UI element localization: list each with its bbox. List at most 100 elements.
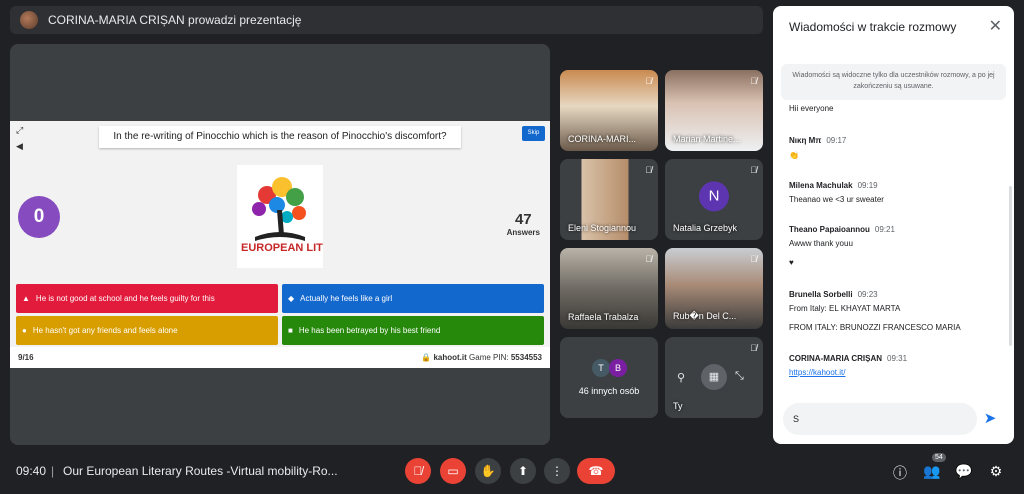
fullscreen-icon[interactable]: ⤢ [16,125,23,136]
game-pin-label: Game PIN: [469,353,509,362]
european-literary-routes-logo: EUROPEAN LITERARY [237,165,362,268]
message-author: Milena Machulak [789,181,853,190]
meeting-title: Our European Literary Routes -Virtual mo… [63,464,338,478]
others-count-label: 46 innych osób [578,386,640,396]
close-icon[interactable]: ✕ [989,16,1002,36]
present-button[interactable]: ⬆ [510,458,536,484]
participant-avatar: B [609,359,627,377]
participant-tile[interactable]: 🎙̸ Eleni Stogiannou [560,159,658,240]
participant-name: Ty [673,401,683,411]
presenter-avatar [20,11,38,29]
mic-off-icon: 🎙̸ [645,254,652,264]
bottom-bar: 09:40 | Our European Literary Routes -Vi… [0,449,1024,494]
answers-counter: 47 Answers [507,211,540,237]
chat-message: FROM ITALY: BRUNOZZI FRANCESCO MARIA [789,323,961,332]
participant-name: Marian Martine... [673,134,741,144]
chat-input[interactable]: S [783,403,977,435]
circle-icon: ● [22,326,27,335]
activities-icon[interactable]: ⚙ [987,463,1005,481]
message-text: FROM ITALY: BRUNOZZI FRANCESCO MARIA [789,323,961,332]
chat-title: Wiadomości w trakcie rozmowy [789,20,957,34]
message-link[interactable]: https://kahoot.it/ [789,368,845,377]
remove-background-icon[interactable]: ▦ [701,364,727,390]
chat-scrollbar[interactable] [1009,186,1012,346]
message-time: 09:23 [857,290,878,299]
answer-option-blue[interactable]: ◆ Actually he feels like a girl [282,284,544,313]
mic-off-icon: 🎙̸ [645,165,652,175]
message-text: Hii everyone [789,104,834,113]
mic-off-icon: 🎙̸ [750,343,757,353]
mic-off-icon: 🎙̸ [413,464,423,478]
kahoot-site: kahoot.it [433,353,467,362]
chat-message: Νικη Μπ 09:17 👏 [789,136,846,160]
message-text: From Italy: EL KHAYAT MARTA [789,304,901,313]
raise-hand-button[interactable]: ✋ [475,458,501,484]
mic-off-icon: 🎙̸ [750,76,757,86]
info-icon[interactable]: ⓘ [891,463,909,481]
present-screen-icon: ⬆ [517,464,529,478]
question-text: In the re-writing of Pinocchio which is … [99,126,461,148]
lock-icon: 🔒 [421,353,432,362]
game-pin-area: 🔒 kahoot.it Game PIN: 5534553 [421,353,542,362]
answer-option-red[interactable]: ▲ He is not good at school and he feels … [16,284,278,313]
presenter-banner: CORINA-MARIA CRIȘAN prowadzi prezentację [10,6,763,34]
message-text: Theanao we <3 ur sweater [789,195,884,204]
chat-message: Theano Papaioannou 09:21 Awww thank youu [789,225,895,248]
timer-circle: 0 [18,196,60,238]
more-vert-icon: ⋮ [551,464,563,478]
chat-panel: Wiadomości w trakcie rozmowy ✕ Wiadomośc… [773,6,1014,444]
answer-label: He hasn't got any friends and feels alon… [32,326,178,335]
question-progress: 9/16 [18,353,34,362]
people-icon[interactable]: 👥 [923,463,941,481]
answer-option-green[interactable]: ■ He has been betrayed by his best frien… [282,316,544,345]
clock: 09:40 [16,464,47,478]
sound-icon[interactable]: ◀ [16,141,23,152]
message-text: 👏 [789,151,799,160]
participant-name: Natalia Grzebyk [673,223,738,233]
square-icon: ■ [288,326,293,335]
participant-tile[interactable]: 🎙̸ Rub�n Del C... [665,248,763,329]
phone-hangup-icon: ☎ [588,464,604,478]
participant-tile[interactable]: 🎙̸ CORINA-MARI... [560,70,658,151]
minimize-icon[interactable]: ⤡ [735,370,744,383]
message-time: 09:21 [874,225,895,234]
chat-message: CORINA-MARIA CRIȘAN 09:31 https://kahoot.… [789,354,907,377]
presenter-banner-text: CORINA-MARIA CRIȘAN prowadzi prezentację [48,13,302,27]
message-time: 09:19 [857,181,878,190]
message-author: Theano Papaioannou [789,225,870,234]
pin-icon[interactable]: ⚲ [677,371,685,384]
participant-tile[interactable]: 🎙̸ Raffaela Trabalza [560,248,658,329]
participant-tile[interactable]: 🎙̸ N Natalia Grzebyk [665,159,763,240]
mic-off-icon: 🎙̸ [750,254,757,264]
chat-message: ♥ [789,258,794,267]
mic-toggle-button[interactable]: 🎙̸ [405,458,431,484]
separator: | [51,464,55,478]
leave-call-button[interactable]: ☎ [577,458,615,484]
self-tile[interactable]: 🎙̸ ⚲ ▦ ⤡ Ty [665,337,763,418]
chat-message: Brunella Sorbelli 09:23 From Italy: EL KH… [789,290,900,313]
answers-count: 47 [514,211,532,228]
chat-icon[interactable]: 💬 [955,463,973,481]
others-tile[interactable]: T B 46 innych osób [560,337,658,418]
camera-toggle-button[interactable]: ▭ [440,458,466,484]
participant-name: Rub�n Del C... [673,311,737,321]
more-options-button[interactable]: ⋮ [544,458,570,484]
answer-label: He has been betrayed by his best friend [298,326,441,335]
participant-avatar: T [592,359,610,377]
skip-button[interactable]: Skip [522,126,545,141]
diamond-icon: ◆ [288,294,295,303]
answer-label: He is not good at school and he feels gu… [35,294,215,303]
message-text: Awww thank youu [789,239,853,248]
message-author: Brunella Sorbelli [789,290,853,299]
message-time: 09:31 [887,354,908,363]
participant-tile[interactable]: 🎙̸ Marian Martine... [665,70,763,151]
answer-option-yellow[interactable]: ● He hasn't got any friends and feels al… [16,316,278,345]
participant-name: CORINA-MARI... [568,134,637,144]
game-pin: 5534553 [510,353,542,362]
answers-label: Answers [506,228,540,237]
chat-message: Milena Machulak 09:19 Theanao we <3 ur sw… [789,181,884,204]
send-icon[interactable]: ➤ [979,409,1001,429]
message-author: CORINA-MARIA CRIȘAN [789,354,883,363]
participant-avatar: N [699,180,729,211]
triangle-icon: ▲ [22,294,30,303]
